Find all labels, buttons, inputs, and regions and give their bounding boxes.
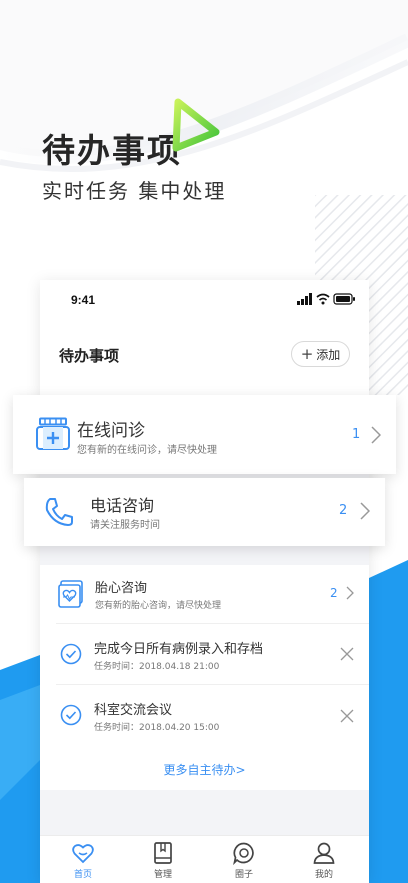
count-badge: 2 — [330, 586, 338, 600]
list-item-subtitle: 任务时间：2018.04.20 15:00 — [94, 723, 220, 733]
list-item-fetal-heart[interactable]: 胎心咨询 您有新的胎心咨询，请尽快处理 2 — [40, 565, 369, 624]
status-time: 9:41 — [71, 293, 96, 307]
phone-icon — [45, 498, 73, 526]
list-item-task[interactable]: 科室交流会议 任务时间：2018.04.20 15:00 — [40, 685, 369, 746]
chat-bubble-icon — [233, 842, 254, 865]
tab-label: 我的 — [314, 870, 333, 880]
fetal-heart-icon — [58, 580, 83, 608]
book-icon — [154, 842, 172, 864]
card-phone-consultation[interactable]: 电话咨询 请关注服务时间 2 — [24, 478, 385, 546]
medicine-box-icon — [36, 417, 70, 450]
hero-title: 待办事项 — [42, 131, 182, 170]
more-todos-link[interactable]: 更多自主待办> — [40, 761, 369, 778]
card-title: 在线问诊 — [77, 421, 145, 441]
page-title: 待办事项 — [59, 347, 120, 365]
list-item-title: 胎心咨询 — [95, 581, 148, 596]
heart-home-icon — [72, 844, 94, 864]
phone-header: 9:41 待办事项 + 添加 — [40, 280, 369, 400]
add-button[interactable]: + 添加 — [291, 341, 350, 367]
card-online-consultation[interactable]: 在线问诊 您有新的在线问诊，请尽快处理 1 — [13, 395, 396, 474]
hero-subtitle: 实时任务 集中处理 — [42, 179, 227, 203]
tab-manage[interactable]: 管理 — [133, 841, 193, 880]
count-badge: 2 — [339, 503, 348, 518]
tab-label: 圈子 — [234, 870, 253, 880]
check-circle-icon[interactable] — [60, 704, 82, 726]
tab-circle[interactable]: 圈子 — [214, 841, 274, 880]
close-icon[interactable] — [340, 647, 354, 661]
tab-bar: 首页 管理 圈子 我的 — [40, 835, 369, 883]
card-title: 电话咨询 — [90, 496, 155, 515]
user-icon — [313, 842, 335, 864]
plus-icon: + — [300, 345, 314, 363]
list-item-title: 完成今日所有病例录入和存档 — [94, 642, 264, 657]
close-icon[interactable] — [340, 709, 354, 723]
add-button-label: 添加 — [316, 347, 341, 362]
tab-mine[interactable]: 我的 — [294, 841, 354, 880]
list-item-subtitle: 您有新的胎心咨询，请尽快处理 — [95, 601, 222, 611]
list-item-task[interactable]: 完成今日所有病例录入和存档 任务时间：2018.04.18 21:00 — [40, 624, 369, 685]
count-badge: 1 — [352, 427, 361, 442]
status-bar-icons — [297, 293, 355, 305]
tab-home[interactable]: 首页 — [53, 841, 113, 880]
chevron-right-icon — [360, 502, 370, 520]
card-subtitle: 您有新的在线问诊，请尽快处理 — [77, 445, 217, 456]
todo-list: 胎心咨询 您有新的胎心咨询，请尽快处理 2 完成今日所有病例录入和存档 任务时间… — [40, 565, 369, 790]
logo-triangle-icon — [172, 98, 220, 152]
check-circle-icon[interactable] — [60, 643, 82, 665]
chevron-right-icon — [346, 586, 354, 600]
tab-label: 管理 — [153, 870, 172, 880]
chevron-right-icon — [371, 426, 381, 444]
list-item-subtitle: 任务时间：2018.04.18 21:00 — [94, 662, 220, 672]
card-subtitle: 请关注服务时间 — [90, 520, 160, 531]
tab-label: 首页 — [73, 870, 92, 880]
list-item-title: 科室交流会议 — [94, 703, 173, 718]
